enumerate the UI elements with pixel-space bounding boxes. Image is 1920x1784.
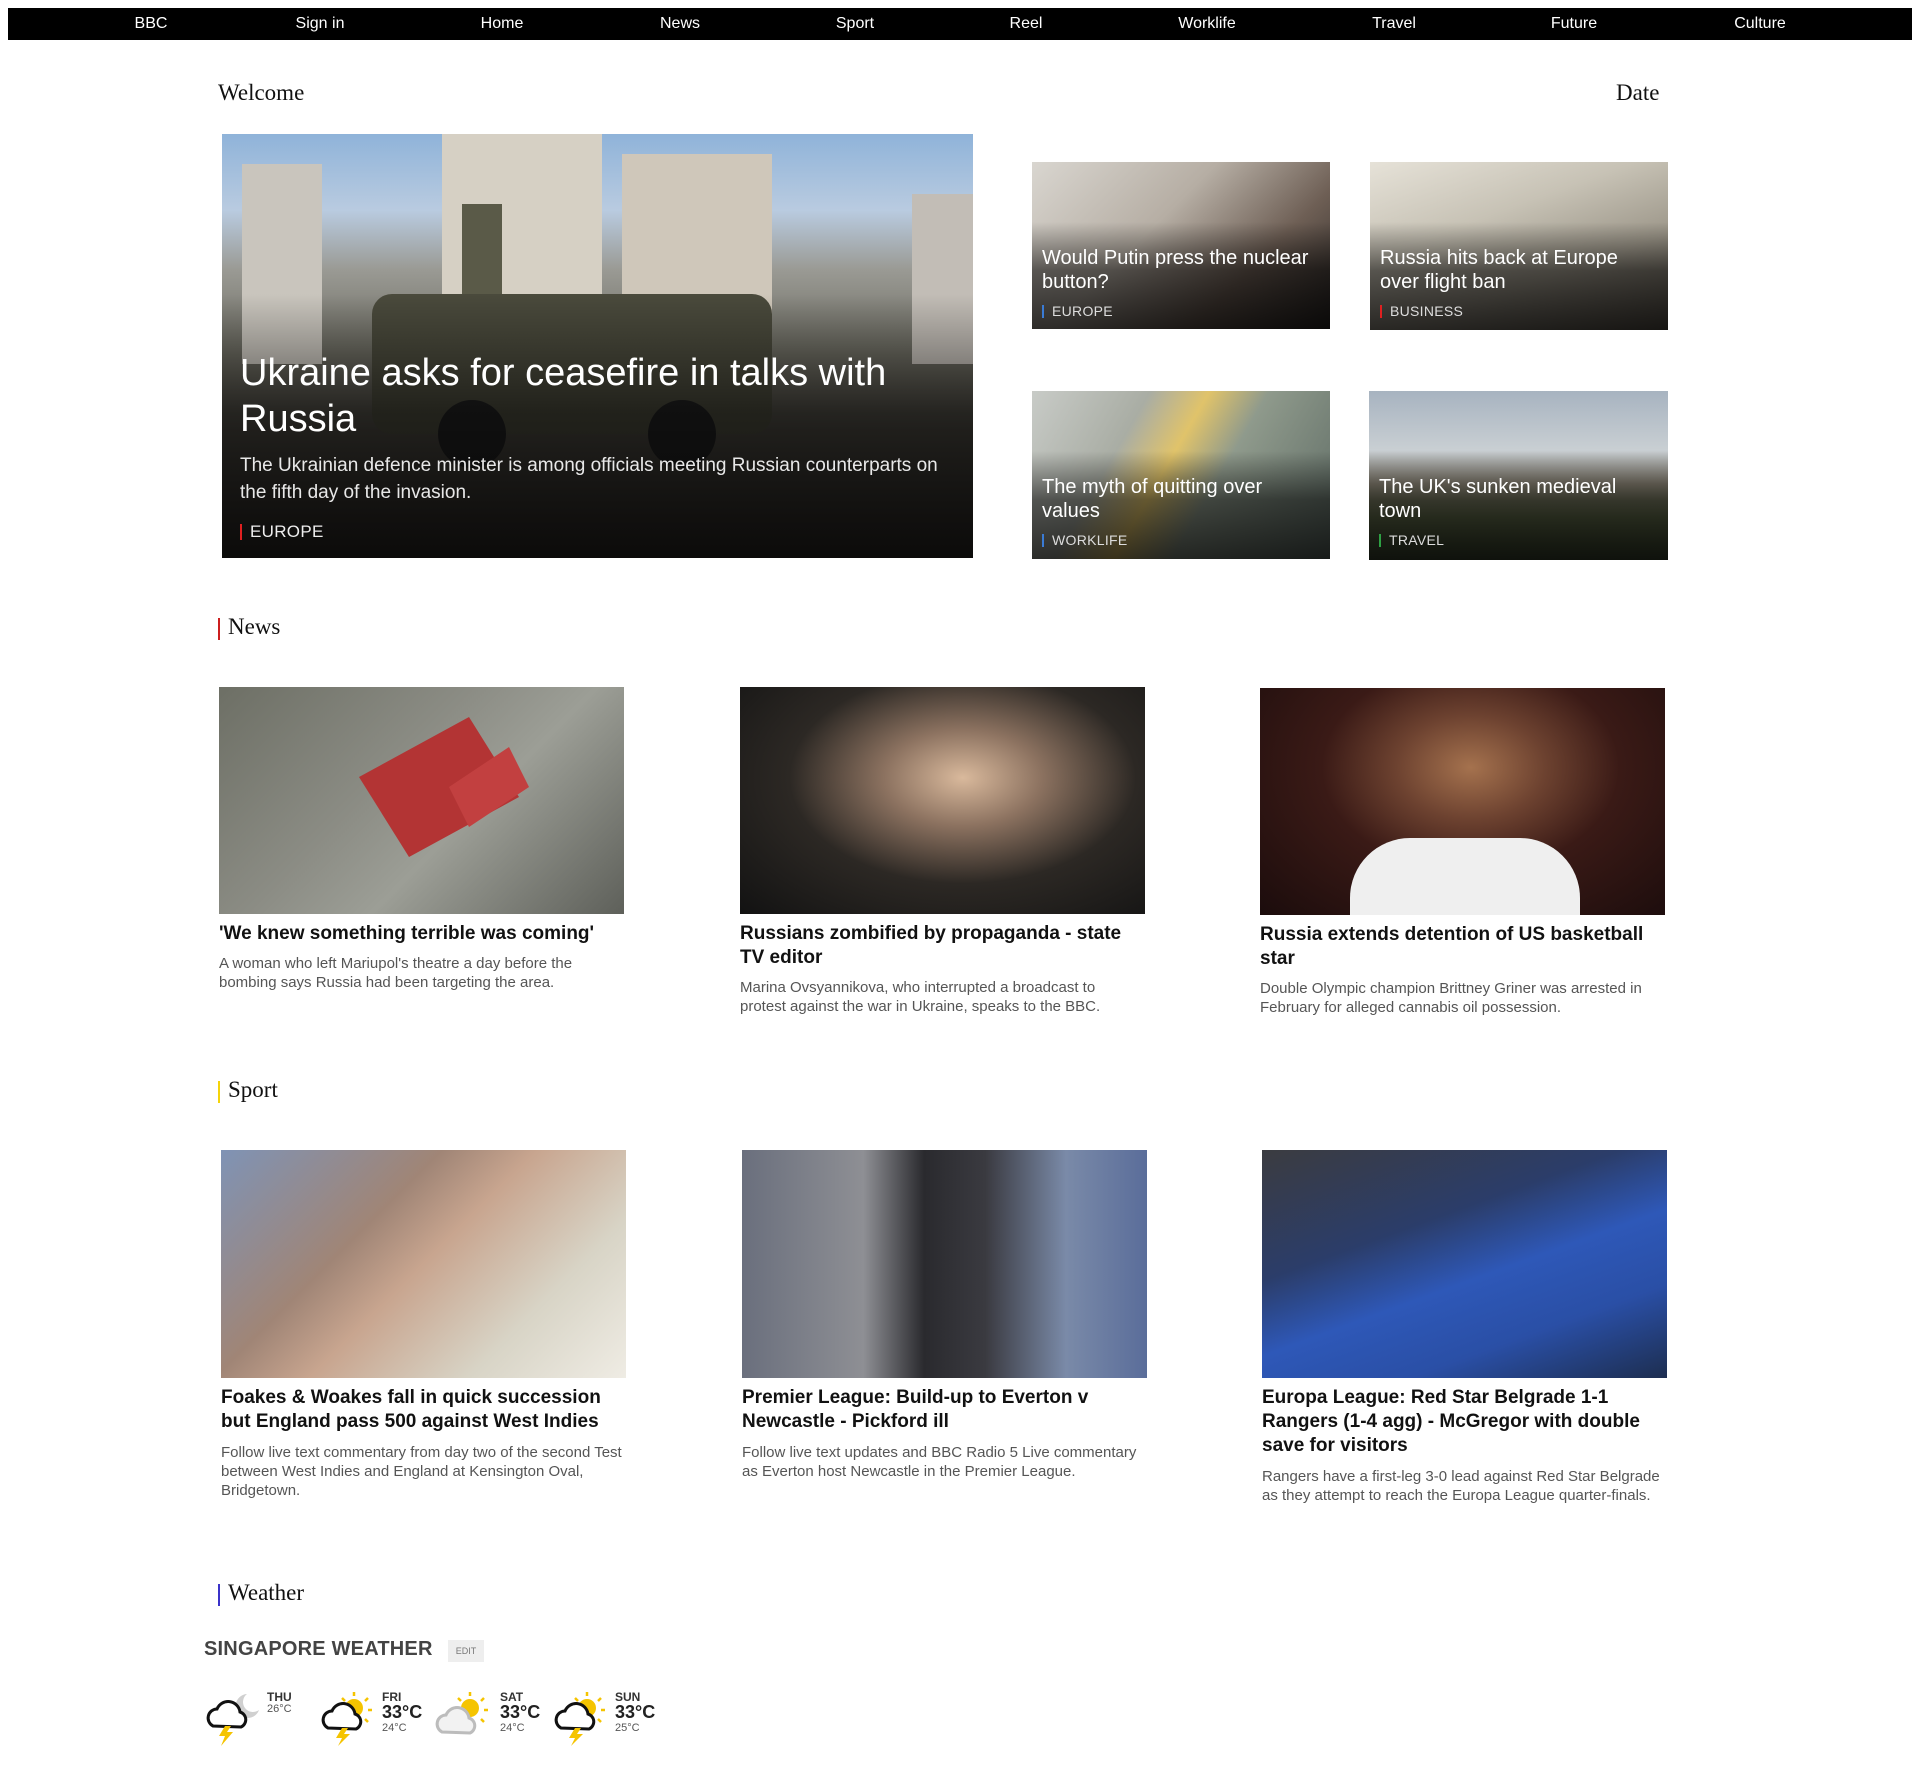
nav-sport[interactable]: Sport <box>836 8 874 40</box>
top-story-1-title[interactable]: Would Putin press the nuclear button? <box>1042 246 1320 294</box>
nav-travel[interactable]: Travel <box>1372 8 1416 40</box>
top-navigation-bar: BBC Sign in Home News Sport Reel Worklif… <box>8 8 1912 40</box>
hero-summary: The Ukrainian defence minister is among … <box>240 455 938 503</box>
top-story-2[interactable]: Russia hits back at Europe over flight b… <box>1370 162 1668 330</box>
nav-news[interactable]: News <box>660 8 700 40</box>
welcome-heading: Welcome <box>218 80 305 105</box>
top-story-1-tag[interactable]: EUROPE <box>1042 303 1113 319</box>
news-card-3-title[interactable]: Russia extends detention of US basketbal… <box>1260 923 1665 971</box>
top-story-3-tag[interactable]: WORKLIFE <box>1042 532 1128 548</box>
nav-worklife[interactable]: Worklife <box>1178 8 1236 40</box>
sun-thunderstorm-icon <box>321 1692 372 1746</box>
top-story-1[interactable]: Would Putin press the nuclear button? EU… <box>1032 162 1330 329</box>
top-story-3[interactable]: The myth of quitting over values WORKLIF… <box>1032 391 1330 559</box>
weather-day-sat[interactable]: SAT 33°C 24°C <box>434 1690 540 1746</box>
hero-tag-bar <box>240 524 242 540</box>
news-card-1-image[interactable] <box>219 687 624 914</box>
news-section-heading[interactable]: News <box>218 614 280 640</box>
hero-title[interactable]: Ukraine asks for ceasefire in talks with… <box>240 350 955 442</box>
top-story-4-title[interactable]: The UK's sunken medieval town <box>1379 475 1658 523</box>
nav-bbc-logo[interactable]: BBC <box>135 8 168 40</box>
weather-edit-button[interactable]: EDIT <box>448 1640 484 1662</box>
top-story-4[interactable]: The UK's sunken medieval town TRAVEL <box>1369 391 1668 560</box>
top-story-4-tag[interactable]: TRAVEL <box>1379 532 1444 548</box>
sport-card-3-summary: Rangers have a first-leg 3-0 lead agains… <box>1262 1468 1660 1504</box>
hero-tag-label: EUROPE <box>250 522 324 541</box>
news-accent-bar <box>218 618 220 640</box>
weather-section-heading[interactable]: Weather <box>218 1580 304 1606</box>
sport-accent-bar <box>218 1081 220 1103</box>
weather-day-thu[interactable]: THU 26°C <box>203 1690 303 1746</box>
sun-cloud-icon <box>435 1692 488 1735</box>
sport-card-3-image[interactable] <box>1262 1150 1667 1378</box>
sport-card-2-image[interactable] <box>742 1150 1147 1378</box>
news-card-3-summary: Double Olympic champion Brittney Griner … <box>1260 980 1642 1016</box>
sport-card-3-title[interactable]: Europa League: Red Star Belgrade 1-1 Ran… <box>1262 1386 1667 1458</box>
weather-accent-bar <box>218 1584 220 1606</box>
top-story-2-tag[interactable]: BUSINESS <box>1380 303 1463 319</box>
news-card-3-image[interactable] <box>1260 688 1665 915</box>
top-story-3-title[interactable]: The myth of quitting over values <box>1042 475 1320 523</box>
weather-day-fri[interactable]: FRI 33°C 24°C <box>318 1690 422 1746</box>
news-card-1-title[interactable]: 'We knew something terrible was coming' <box>219 922 624 946</box>
weather-location-title: SINGAPORE WEATHER <box>204 1638 433 1660</box>
sport-section-heading[interactable]: Sport <box>218 1077 278 1103</box>
sun-thunderstorm-icon <box>554 1692 605 1746</box>
sport-card-1-summary: Follow live text commentary from day two… <box>221 1444 622 1499</box>
hero-story[interactable]: Ukraine asks for ceasefire in talks with… <box>222 134 973 558</box>
sport-card-1-title[interactable]: Foakes & Woakes fall in quick succession… <box>221 1386 626 1434</box>
news-card-2-image[interactable] <box>740 687 1145 914</box>
weather-day-sun[interactable]: SUN 33°C 25°C <box>551 1690 655 1746</box>
nav-culture[interactable]: Culture <box>1734 8 1786 40</box>
date-heading: Date <box>1616 80 1660 105</box>
top-story-2-title[interactable]: Russia hits back at Europe over flight b… <box>1380 246 1658 294</box>
news-card-2-summary: Marina Ovsyannikova, who interrupted a b… <box>740 979 1101 1015</box>
nav-home[interactable]: Home <box>481 8 524 40</box>
sport-card-2-summary: Follow live text updates and BBC Radio 5… <box>742 1444 1137 1480</box>
news-card-2-title[interactable]: Russians zombified by propaganda - state… <box>740 922 1145 970</box>
news-card-1-summary: A woman who left Mariupol's theatre a da… <box>219 955 573 991</box>
night-thunderstorm-icon <box>206 1694 259 1746</box>
nav-reel[interactable]: Reel <box>1010 8 1043 40</box>
sport-card-1-image[interactable] <box>221 1150 626 1378</box>
nav-future[interactable]: Future <box>1551 8 1597 40</box>
nav-sign-in[interactable]: Sign in <box>296 8 345 40</box>
sport-card-2-title[interactable]: Premier League: Build-up to Everton v Ne… <box>742 1386 1147 1434</box>
hero-tag[interactable]: EUROPE <box>240 522 324 542</box>
